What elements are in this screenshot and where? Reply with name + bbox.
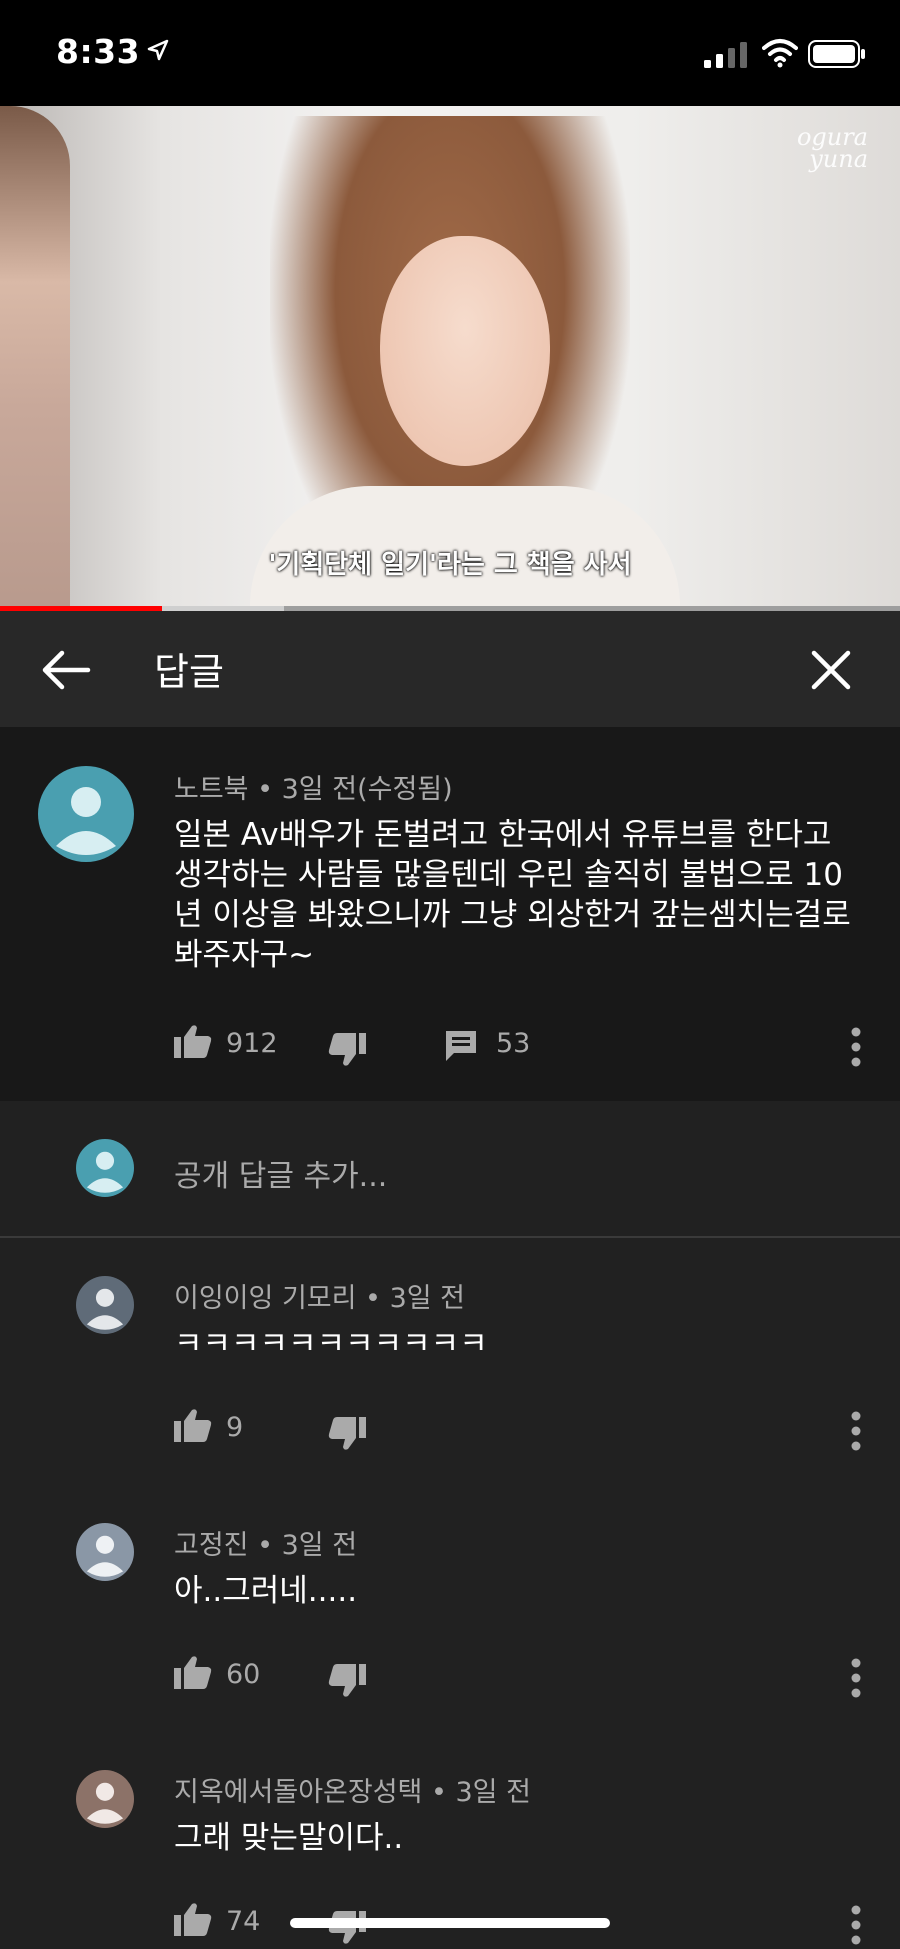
comment-meta: 노트북 • 3일 전(수정됨) bbox=[174, 767, 453, 806]
back-arrow-icon[interactable] bbox=[40, 647, 92, 693]
avatar-icon bbox=[76, 1523, 134, 1581]
thumb-down-icon[interactable] bbox=[328, 1664, 366, 1698]
battery-icon bbox=[808, 40, 865, 68]
reply-text: 그래 맞는말이다.. bbox=[174, 1820, 404, 1856]
more-vert-icon[interactable] bbox=[850, 1658, 862, 1698]
main-comment: 노트북 • 3일 전(수정됨) 일본 Av배우가 돈벌려고 한국에서 유튜브를 … bbox=[0, 727, 900, 1101]
thumb-down-icon[interactable] bbox=[328, 1417, 366, 1451]
reply-meta: 지옥에서돌아온장성택 • 3일 전 bbox=[174, 1770, 531, 1809]
reply-meta: 이잉이잉 기모리 • 3일 전 bbox=[174, 1276, 465, 1315]
like-count: 60 bbox=[226, 1659, 261, 1690]
thumb-down-icon[interactable] bbox=[328, 1911, 366, 1945]
avatar-icon bbox=[76, 1770, 134, 1828]
thumb-up-icon[interactable] bbox=[174, 1024, 212, 1058]
comment-icon[interactable] bbox=[444, 1029, 478, 1063]
thumb-up-icon[interactable] bbox=[174, 1902, 212, 1936]
avatar[interactable] bbox=[76, 1770, 134, 1828]
comment-author[interactable]: 노트북 bbox=[174, 774, 249, 805]
video-player[interactable]: ogura yuna '기획단체 일기'라는 그 책을 사서 bbox=[0, 106, 900, 610]
more-vert-icon[interactable] bbox=[850, 1411, 862, 1451]
list-item: 지옥에서돌아온장성택 • 3일 전 그래 맞는말이다.. 74 bbox=[0, 1732, 900, 1949]
avatar bbox=[76, 1139, 134, 1197]
close-icon[interactable] bbox=[808, 647, 854, 693]
meta-separator: • bbox=[422, 1777, 456, 1808]
reply-author[interactable]: 지옥에서돌아온장성택 bbox=[174, 1777, 422, 1808]
video-subtitle: '기획단체 일기'라는 그 책을 사서 bbox=[268, 550, 632, 580]
status-bar: 8:33 bbox=[0, 0, 900, 106]
thumb-up-icon[interactable] bbox=[174, 1655, 212, 1689]
avatar-icon bbox=[38, 766, 134, 862]
reply-count: 53 bbox=[496, 1028, 531, 1059]
thumb-down-icon[interactable] bbox=[328, 1033, 366, 1067]
avatar[interactable] bbox=[38, 766, 134, 862]
meta-separator: • bbox=[248, 774, 282, 805]
replies-header: 답글 bbox=[0, 611, 900, 727]
reply-author[interactable]: 이잉이잉 기모리 bbox=[174, 1283, 356, 1314]
more-vert-icon[interactable] bbox=[850, 1905, 862, 1945]
thumb-up-icon[interactable] bbox=[174, 1408, 212, 1442]
watermark-line2: yuna bbox=[809, 145, 868, 173]
video-watermark: ogura yuna bbox=[797, 125, 868, 173]
avatar-icon bbox=[76, 1276, 134, 1334]
wifi-icon bbox=[762, 39, 798, 68]
list-item: 이잉이잉 기모리 • 3일 전 ㅋㅋㅋㅋㅋㅋㅋㅋㅋㅋㅋ 9 bbox=[0, 1238, 900, 1486]
add-reply-input[interactable]: 공개 답글 추가... bbox=[174, 1151, 387, 1195]
list-item: 고정진 • 3일 전 아..그러네..... 60 bbox=[0, 1485, 900, 1733]
reply-time: 3일 전 bbox=[389, 1283, 466, 1314]
avatar[interactable] bbox=[76, 1276, 134, 1334]
status-time: 8:33 bbox=[56, 32, 141, 71]
video-frame-person bbox=[0, 106, 70, 610]
like-count: 912 bbox=[226, 1028, 278, 1059]
reply-text: ㅋㅋㅋㅋㅋㅋㅋㅋㅋㅋㅋ bbox=[174, 1326, 488, 1362]
more-vert-icon[interactable] bbox=[850, 1027, 862, 1067]
location-arrow-icon bbox=[147, 39, 169, 61]
reply-meta: 고정진 • 3일 전 bbox=[174, 1523, 357, 1562]
home-indicator[interactable] bbox=[290, 1918, 610, 1928]
avatar[interactable] bbox=[76, 1523, 134, 1581]
reply-time: 3일 전 bbox=[281, 1530, 358, 1561]
signal-icon bbox=[704, 42, 747, 68]
meta-separator: • bbox=[248, 1530, 282, 1561]
like-count: 9 bbox=[226, 1412, 244, 1443]
avatar-icon bbox=[76, 1139, 134, 1197]
like-count: 74 bbox=[226, 1906, 261, 1937]
comment-time: 3일 전(수정됨) bbox=[281, 774, 453, 805]
comment-text: 일본 Av배우가 돈벌려고 한국에서 유튜브를 한다고 생각하는 사람들 많을텐… bbox=[174, 817, 851, 973]
video-frame-face bbox=[380, 236, 550, 466]
reply-author[interactable]: 고정진 bbox=[174, 1530, 249, 1561]
meta-separator: • bbox=[356, 1283, 390, 1314]
add-reply-row[interactable]: 공개 답글 추가... bbox=[0, 1101, 900, 1238]
reply-text: 아..그러네..... bbox=[174, 1573, 358, 1609]
page-title: 답글 bbox=[154, 650, 224, 694]
reply-time: 3일 전 bbox=[455, 1777, 531, 1808]
